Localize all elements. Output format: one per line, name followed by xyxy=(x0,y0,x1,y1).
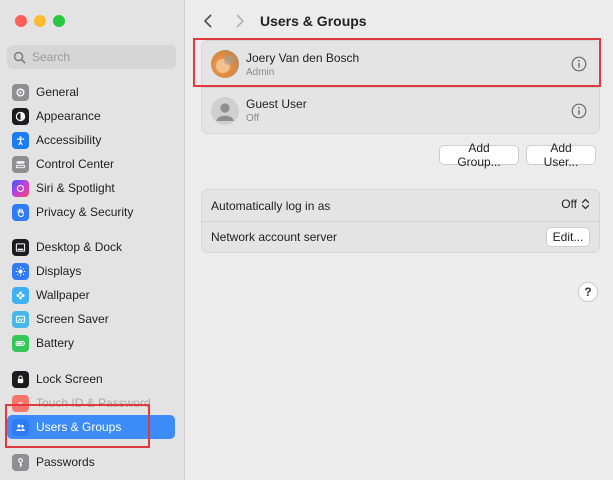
auto-login-row: Automatically log in as Off xyxy=(202,190,599,221)
minimize-window-button[interactable] xyxy=(34,15,46,27)
sidebar-item-label: Users & Groups xyxy=(36,420,122,434)
sidebar-item-label: Privacy & Security xyxy=(36,205,134,219)
sidebar-item-label: Accessibility xyxy=(36,133,102,147)
user-text: Guest User Off xyxy=(246,97,307,124)
auto-login-label: Automatically log in as xyxy=(211,198,331,213)
sidebar-item-displays[interactable]: Displays xyxy=(7,259,175,283)
add-user-button[interactable]: Add User... xyxy=(526,141,596,169)
auto-login-select[interactable]: Off xyxy=(561,197,590,211)
user-row-admin[interactable]: Joery Van den Bosch Admin xyxy=(202,41,599,87)
sidebar-item-label: Screen Saver xyxy=(36,312,109,326)
battery-icon xyxy=(12,334,29,352)
main-panel: Users & Groups Joery Van den Bosch Admin xyxy=(186,0,613,480)
forward-chevron-icon[interactable] xyxy=(232,13,248,29)
appearance-icon xyxy=(12,107,29,125)
user-role: Admin xyxy=(246,66,275,78)
sidebar-item-label: Siri & Spotlight xyxy=(36,181,115,195)
sidebar-item-screen-saver[interactable]: Screen Saver xyxy=(7,307,175,331)
users-list: Joery Van den Bosch Admin Guest User Off xyxy=(201,40,600,134)
sidebar-item-passwords[interactable]: Passwords xyxy=(7,450,175,474)
sidebar-item-desktop-dock[interactable]: Desktop & Dock xyxy=(7,235,175,259)
accessibility-icon xyxy=(12,131,29,149)
dock-icon xyxy=(12,238,29,256)
sidebar-item-battery[interactable]: Battery xyxy=(7,331,175,355)
sidebar-item-label: Touch ID & Password xyxy=(36,396,151,410)
sidebar-item-label: Displays xyxy=(36,264,82,278)
close-window-button[interactable] xyxy=(15,15,27,27)
sidebar-item-touch-id-password[interactable]: Touch ID & Password xyxy=(7,391,175,415)
sun-icon xyxy=(12,262,29,280)
search-input[interactable] xyxy=(32,50,172,64)
up-down-chevron-icon xyxy=(581,198,590,210)
gear-icon xyxy=(12,83,29,101)
lock-icon xyxy=(12,370,29,388)
sidebar-item-label: Wallpaper xyxy=(36,288,90,302)
avatar xyxy=(211,96,239,125)
flower-icon xyxy=(12,286,29,304)
sidebar-item-label: Control Center xyxy=(36,157,115,171)
screen-saver-icon xyxy=(12,310,29,328)
sidebar-item-appearance[interactable]: Appearance xyxy=(7,104,175,128)
key-icon xyxy=(12,453,29,471)
sidebar-item-label: Desktop & Dock xyxy=(36,240,123,254)
sidebar-item-label: Battery xyxy=(36,336,75,350)
add-group-button[interactable]: Add Group... xyxy=(439,141,519,169)
sidebar-item-lock-screen[interactable]: Lock Screen xyxy=(7,367,175,391)
avatar xyxy=(211,50,239,78)
user-text: Joery Van den Bosch Admin xyxy=(246,51,359,78)
auto-login-value: Off xyxy=(561,197,577,211)
user-role: Off xyxy=(246,113,260,124)
sidebar-item-general[interactable]: General xyxy=(7,80,175,104)
sidebar-item-wallpaper[interactable]: Wallpaper xyxy=(7,283,175,307)
edit-network-button[interactable]: Edit... xyxy=(546,227,590,247)
sidebar-item-label: Appearance xyxy=(36,109,101,123)
search-field[interactable] xyxy=(7,45,176,69)
user-name: Guest User xyxy=(246,97,307,111)
sidebar-item-label: General xyxy=(36,85,79,99)
window-controls xyxy=(15,15,65,27)
user-row-guest[interactable]: Guest User Off xyxy=(202,87,599,133)
login-settings: Automatically log in as Off Network acco… xyxy=(201,189,600,253)
sidebar-item-privacy-security[interactable]: Privacy & Security xyxy=(7,200,175,224)
fingerprint-icon xyxy=(12,394,29,412)
info-icon[interactable] xyxy=(571,56,587,72)
siri-icon xyxy=(12,179,29,197)
sidebar-item-users-groups[interactable]: Users & Groups xyxy=(7,415,175,439)
user-name: Joery Van den Bosch xyxy=(246,50,360,65)
back-chevron-icon[interactable] xyxy=(200,13,216,29)
network-server-label: Network account server xyxy=(211,230,338,244)
help-button[interactable]: ? xyxy=(578,282,598,302)
sidebar-item-control-center[interactable]: Control Center xyxy=(7,152,175,176)
zoom-window-button[interactable] xyxy=(53,15,65,27)
hand-icon xyxy=(12,203,29,221)
sidebar: General Appearance Accessibility Control… xyxy=(0,0,185,480)
users-icon xyxy=(12,418,29,436)
info-icon[interactable] xyxy=(571,103,587,119)
sidebar-item-siri-spotlight[interactable]: Siri & Spotlight xyxy=(7,176,175,200)
search-icon xyxy=(13,51,26,63)
sidebar-item-label: Passwords xyxy=(36,455,95,469)
sidebar-item-label: Lock Screen xyxy=(36,372,103,386)
sidebar-item-accessibility[interactable]: Accessibility xyxy=(7,128,175,152)
network-server-row: Network account server Edit... xyxy=(202,221,599,252)
page-title: Users & Groups xyxy=(260,13,367,29)
control-center-icon xyxy=(12,155,29,173)
